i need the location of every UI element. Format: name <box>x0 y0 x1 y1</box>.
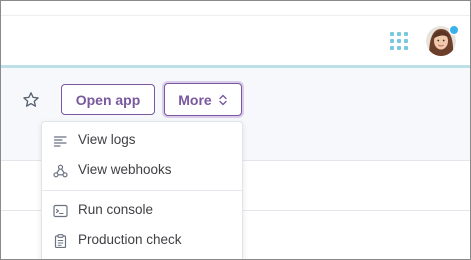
menu-item-label: Production check <box>78 232 182 247</box>
more-dropdown-menu: View logs View webhooks Run console Prod… <box>41 121 243 259</box>
menu-item-label: Run console <box>78 202 154 217</box>
app-window: Open app More View logs View webhooks Ru… <box>0 0 471 260</box>
menu-item-run-console[interactable]: Run console <box>42 197 242 225</box>
more-button[interactable]: More <box>164 83 242 116</box>
menu-item-view-logs[interactable]: View logs <box>42 127 242 155</box>
top-divider <box>1 15 470 16</box>
star-icon[interactable] <box>22 91 40 109</box>
open-app-label: Open app <box>75 91 141 108</box>
more-label: More <box>178 91 212 108</box>
notification-dot <box>449 25 459 35</box>
logs-icon <box>53 136 67 147</box>
console-icon <box>53 204 68 218</box>
clipboard-icon <box>54 234 67 248</box>
menu-item-view-webhooks[interactable]: View webhooks <box>42 157 242 185</box>
menu-item-label: View webhooks <box>78 162 172 177</box>
menu-item-production-check[interactable]: Production check <box>42 227 242 255</box>
open-app-button[interactable]: Open app <box>61 84 155 115</box>
menu-separator <box>42 190 242 191</box>
grid-icon[interactable] <box>389 31 409 51</box>
chevron-up-down-icon <box>219 94 227 105</box>
top-navigation-bar <box>1 1 470 65</box>
webhooks-icon <box>53 164 68 178</box>
menu-item-label: View logs <box>78 132 136 147</box>
